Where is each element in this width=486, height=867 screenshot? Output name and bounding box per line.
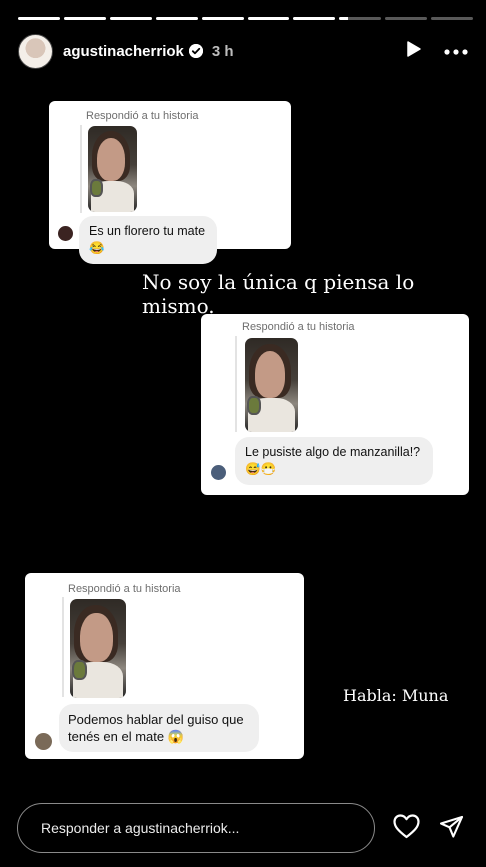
replied-label: Respondió a tu historia: [86, 110, 199, 122]
reply-card-3: Respondió a tu historia Podemos hablar d…: [25, 573, 304, 759]
send-icon[interactable]: [439, 815, 464, 845]
progress-segment: [293, 17, 336, 20]
replied-label: Respondió a tu historia: [242, 321, 355, 333]
progress-segment: [201, 17, 244, 20]
speaker-caption: Habla: Muna: [343, 686, 449, 705]
progress-segment: [109, 17, 152, 20]
reply-card-2: Respondió a tu historia Le pusiste algo …: [201, 314, 469, 495]
quote-line: [62, 597, 64, 697]
reply-message: Es un florero tu mate 😂: [79, 216, 217, 264]
reply-message: Le pusiste algo de manzanilla!? 😅😷: [235, 437, 433, 485]
avatar[interactable]: [18, 33, 53, 69]
reply-input[interactable]: Responder a agustinacherriok...: [17, 803, 375, 853]
progress-segment: [18, 17, 60, 20]
replied-label: Respondió a tu historia: [68, 583, 181, 595]
heart-icon[interactable]: [393, 814, 420, 844]
story-thumbnail[interactable]: [245, 338, 298, 432]
story-thumbnail[interactable]: [70, 599, 126, 698]
progress-segment: [155, 17, 198, 20]
progress-segment: [339, 17, 382, 20]
progress-segment: [431, 17, 474, 20]
progress-segment: [385, 17, 428, 20]
play-icon[interactable]: [404, 40, 422, 63]
sender-avatar: [35, 733, 52, 750]
username[interactable]: agustinacherriok: [63, 43, 184, 60]
sender-avatar: [58, 226, 73, 241]
quote-line: [80, 125, 82, 213]
progress-segment: [247, 17, 290, 20]
quote-line: [235, 336, 237, 432]
sender-avatar: [211, 465, 226, 480]
story-thumbnail[interactable]: [88, 126, 137, 212]
story-progress-bar: [18, 17, 474, 20]
reply-card-1: Respondió a tu historia Es un florero tu…: [49, 101, 291, 264]
story-caption: No soy la única q piensa lo mismo.: [142, 270, 415, 318]
reply-message: Podemos hablar del guiso que tenés en el…: [59, 704, 259, 752]
progress-segment: [63, 17, 106, 20]
verified-badge-icon: [188, 44, 203, 58]
post-time: 3 h: [211, 42, 234, 60]
more-options-icon[interactable]: [444, 42, 468, 60]
story-header: agustinacherriok 3 h: [18, 32, 468, 70]
